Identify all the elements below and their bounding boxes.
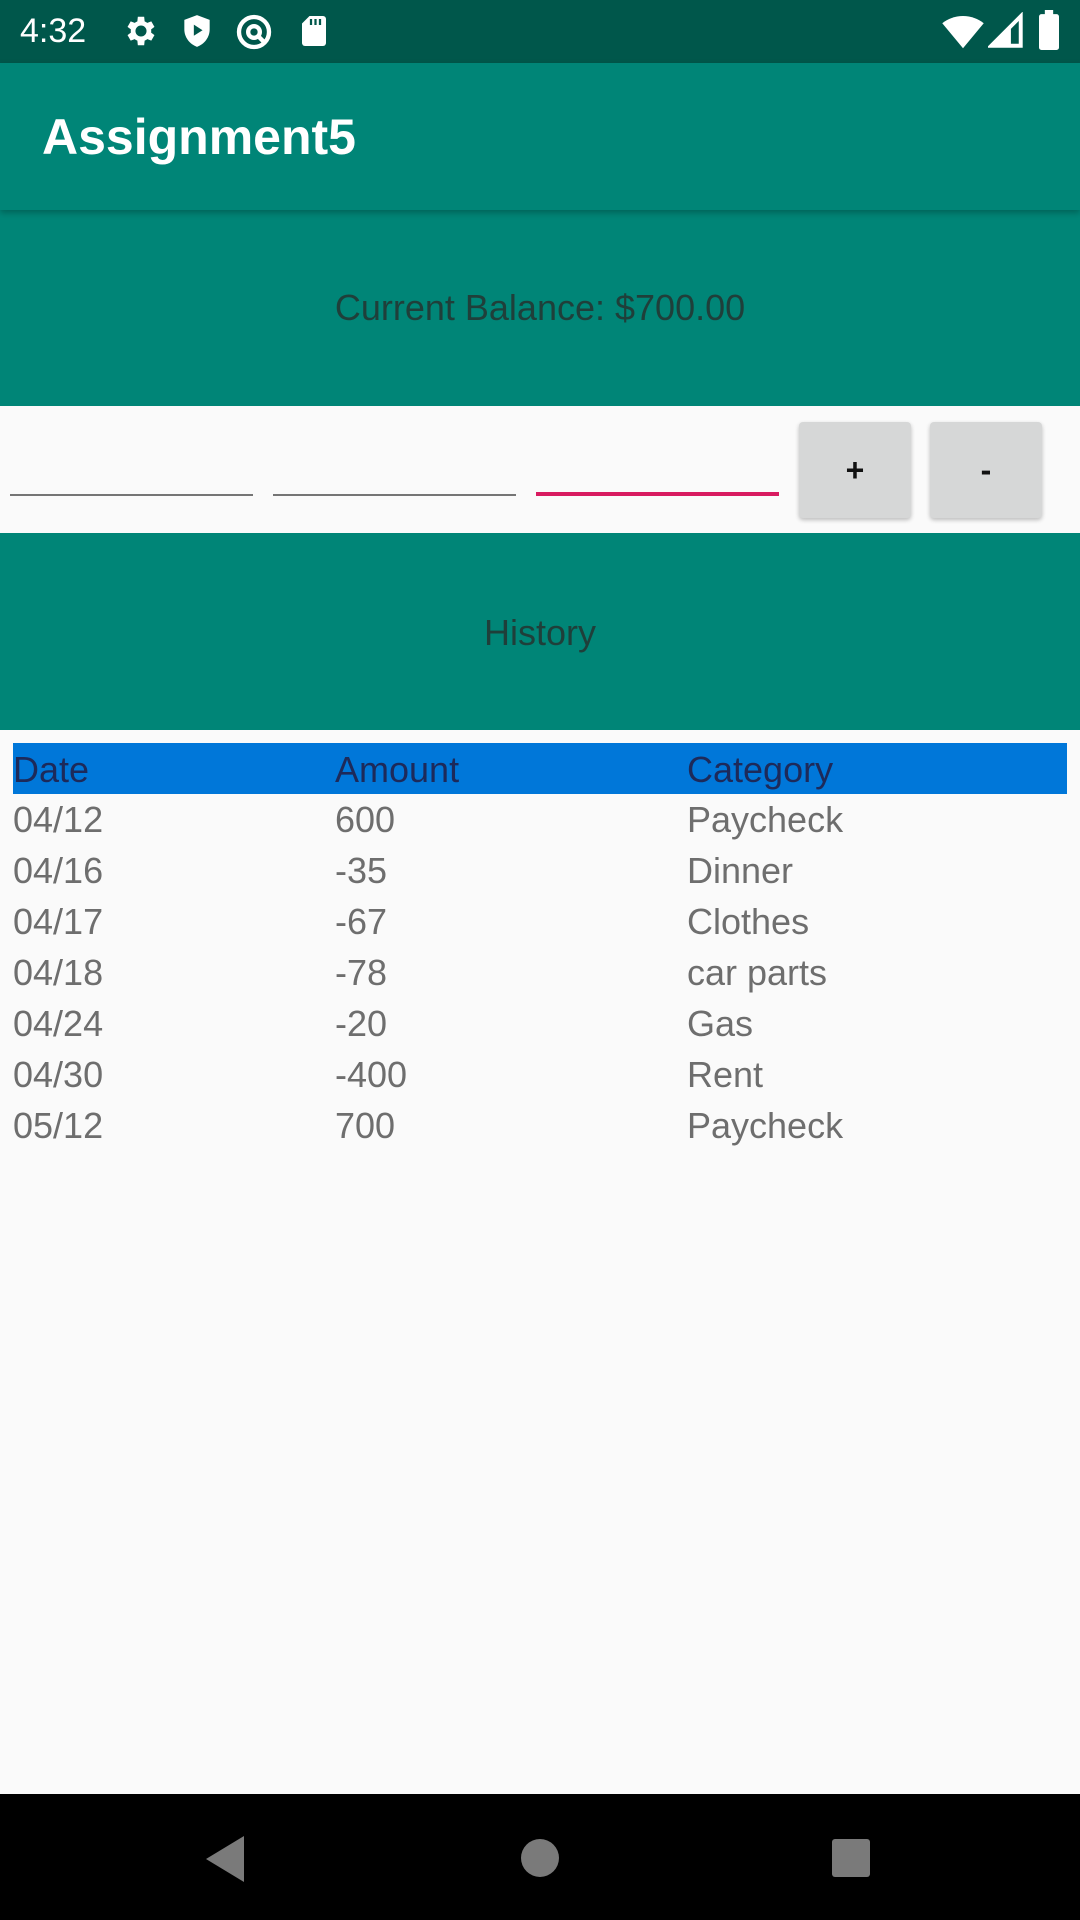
shield-play-icon	[178, 12, 216, 55]
row-amount: -35	[335, 850, 388, 891]
sd-card-icon	[296, 12, 332, 55]
column-header-amount: Amount	[335, 749, 460, 790]
table-row: 04/30 -400 Rent	[13, 1049, 1067, 1100]
recents-icon[interactable]	[830, 1837, 872, 1884]
row-date: 04/17	[13, 901, 104, 942]
row-date: 04/12	[13, 799, 104, 840]
back-icon[interactable]	[202, 1834, 248, 1889]
home-icon[interactable]	[519, 1837, 561, 1884]
row-amount: -20	[335, 1003, 388, 1044]
table-row: 04/18 -78 car parts	[13, 947, 1067, 998]
column-header-category: Category	[687, 749, 834, 790]
row-category: Gas	[687, 1003, 754, 1044]
app-title: Assignment5	[42, 109, 356, 165]
balance-panel: Current Balance: $700.00	[0, 210, 1080, 406]
date-input[interactable]	[10, 436, 253, 496]
row-category: Paycheck	[687, 1105, 844, 1146]
row-date: 04/24	[13, 1003, 104, 1044]
row-category: car parts	[687, 952, 828, 993]
current-balance-label: Current Balance: $700.00	[334, 287, 746, 328]
row-amount: 600	[335, 799, 396, 840]
category-input[interactable]	[536, 436, 779, 496]
row-date: 04/30	[13, 1054, 104, 1095]
transaction-input-row: + -	[0, 406, 1080, 533]
column-header-date: Date	[13, 749, 90, 790]
status-bar: 4:32	[0, 0, 1080, 63]
row-category: Dinner	[687, 850, 794, 891]
navigation-bar	[0, 1794, 1080, 1920]
history-panel: History	[0, 533, 1080, 730]
row-amount: -67	[335, 901, 388, 942]
history-label: History	[483, 612, 596, 653]
row-category: Rent	[687, 1054, 764, 1095]
row-amount: 700	[335, 1105, 396, 1146]
row-amount: -400	[335, 1054, 408, 1095]
row-date: 04/16	[13, 850, 104, 891]
signal-icon	[986, 11, 1024, 55]
history-table: Date Amount Category 04/12 600 Paycheck …	[13, 743, 1067, 1151]
subtract-button[interactable]: -	[930, 422, 1042, 518]
at-sign-icon	[234, 12, 274, 57]
row-date: 04/18	[13, 952, 104, 993]
row-date: 05/12	[13, 1105, 104, 1146]
row-amount: -78	[335, 952, 388, 993]
table-row: 04/12 600 Paycheck	[13, 794, 1067, 845]
row-category: Paycheck	[687, 799, 844, 840]
table-row: 04/17 -67 Clothes	[13, 896, 1067, 947]
table-row: 04/16 -35 Dinner	[13, 845, 1067, 896]
add-button[interactable]: +	[799, 422, 911, 518]
battery-icon	[1038, 10, 1060, 55]
app-bar: Assignment5	[0, 63, 1080, 210]
status-time: 4:32	[20, 12, 87, 50]
table-row: 05/12 700 Paycheck	[13, 1100, 1067, 1151]
gear-icon	[122, 12, 160, 55]
amount-input[interactable]	[273, 436, 516, 496]
wifi-icon	[942, 12, 984, 55]
row-category: Clothes	[687, 901, 810, 942]
table-row: 04/24 -20 Gas	[13, 998, 1067, 1049]
table-header: Date Amount Category	[13, 743, 1067, 794]
